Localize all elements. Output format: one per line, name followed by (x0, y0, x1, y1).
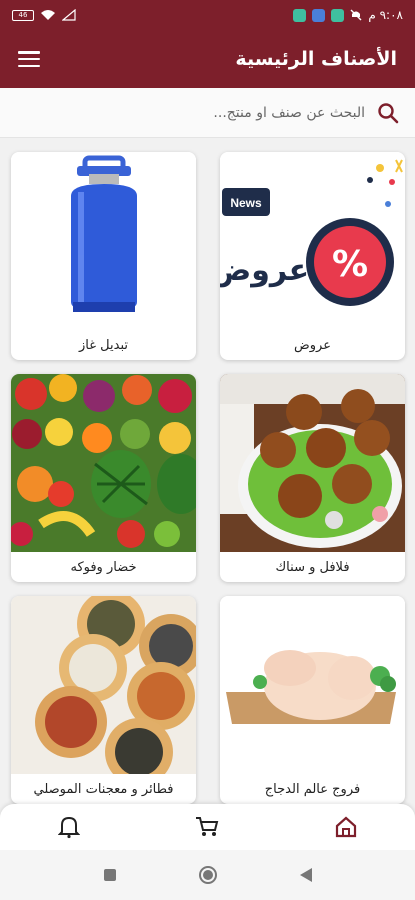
category-label: خضار وفوكه (70, 559, 137, 575)
category-card-fruits[interactable]: خضار وفوكه (11, 374, 196, 582)
system-nav-bar (0, 850, 415, 900)
category-card-gas[interactable]: تبديل غاز (11, 152, 196, 360)
offers-word-text: عروض (220, 253, 309, 288)
back-button[interactable] (294, 863, 318, 887)
circle-icon (198, 866, 217, 884)
bottom-nav (0, 804, 415, 850)
category-label: تبديل غاز (79, 337, 128, 353)
status-left: 46 (12, 9, 76, 21)
status-bar: 46 ٩:٠٨ م (0, 0, 415, 30)
category-label: فطائر و معجنات الموصلي (33, 781, 174, 797)
category-card-offers[interactable]: News % عروض عروض (220, 152, 405, 360)
search-icon[interactable] (377, 102, 399, 124)
battery-icon: 46 (12, 9, 34, 21)
offers-percent-text: % (332, 244, 368, 285)
search-bar (0, 88, 415, 138)
category-label: فلافل و سناك (275, 559, 350, 575)
signal-icon (62, 9, 76, 21)
category-label: عروض (294, 337, 331, 353)
app-notification-icon (331, 8, 345, 22)
app-notification-icon (312, 8, 326, 22)
app-bar: الأصناف الرئيسية (0, 30, 415, 88)
search-input[interactable] (35, 104, 365, 121)
raw-chicken-image (220, 596, 405, 774)
offers-news-badge-image: News % عروض (220, 152, 405, 330)
category-card-chicken[interactable]: فروج عالم الدجاج (220, 596, 405, 804)
bell-icon (58, 816, 81, 839)
wifi-icon (41, 10, 55, 20)
battery-level: 46 (18, 11, 28, 19)
nav-notifications[interactable] (49, 807, 89, 847)
pastries-image (11, 596, 196, 774)
fruits-vegetables-image (11, 374, 196, 552)
square-icon (103, 869, 116, 881)
cart-icon (196, 817, 219, 836)
page-title: الأصناف الرئيسية (235, 48, 397, 70)
nav-cart[interactable] (187, 807, 227, 847)
gas-cylinder-image (11, 152, 196, 330)
menu-icon[interactable] (18, 51, 40, 67)
category-grid: تبديل غاز News % عروض عروض خضار وفوكه فل… (11, 152, 405, 804)
back-triangle-icon (299, 868, 312, 882)
offers-news-badge-text: News (230, 196, 262, 210)
nav-home[interactable] (326, 807, 366, 847)
app-notification-icon (293, 8, 307, 22)
status-right: ٩:٠٨ م (293, 8, 403, 22)
recent-apps-button[interactable] (98, 863, 122, 887)
status-time: ٩:٠٨ م (368, 8, 403, 22)
system-home-button[interactable] (196, 863, 220, 887)
mute-icon (350, 9, 362, 21)
category-label: فروج عالم الدجاج (264, 781, 361, 797)
category-card-falafel[interactable]: فلافل و سناك (220, 374, 405, 582)
falafel-image (220, 374, 405, 552)
home-icon (335, 816, 356, 838)
category-card-pastries[interactable]: فطائر و معجنات الموصلي (11, 596, 196, 804)
